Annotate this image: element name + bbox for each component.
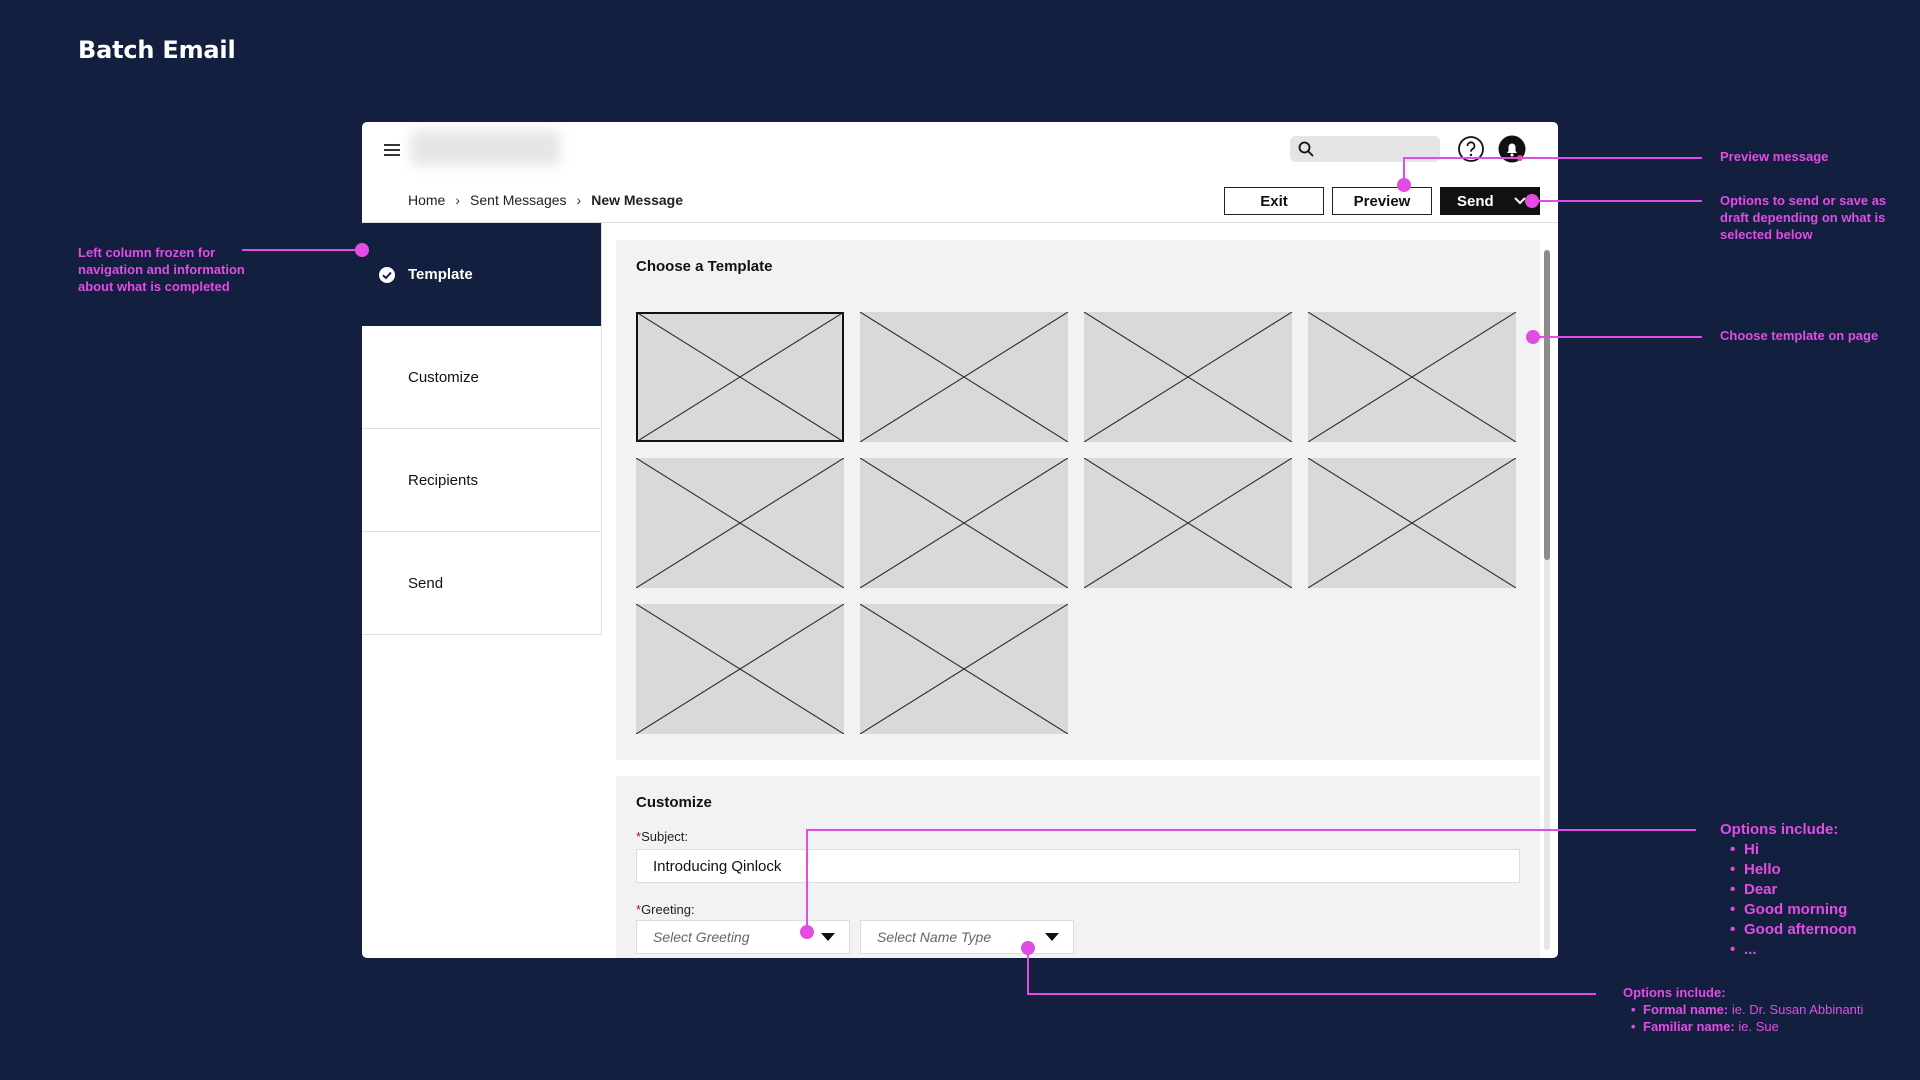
annotation-choose-template: Choose template on page (1720, 328, 1879, 343)
name-option-item: Formal name: ie. Dr. Susan Abbinanti (1623, 1001, 1913, 1018)
chevron-down-icon (1514, 197, 1526, 205)
greeting-option-item: Dear (1720, 880, 1900, 900)
breadcrumb-current: New Message (591, 192, 684, 208)
subject-input[interactable] (636, 849, 1520, 883)
greeting-select[interactable]: Select Greeting (636, 920, 850, 954)
search-input[interactable] (1290, 136, 1440, 162)
send-button[interactable]: Send (1440, 187, 1540, 215)
name-option-item: Familiar name: ie. Sue (1623, 1018, 1913, 1035)
greeting-select-placeholder: Select Greeting (653, 929, 750, 945)
annotation-greeting-options-title: Options include: (1720, 821, 1839, 838)
breadcrumb: Home › Sent Messages › New Message (408, 192, 683, 208)
help-icon[interactable] (1457, 135, 1485, 163)
main-content: Choose a Template Customize *Subject: *G… (616, 240, 1540, 958)
check-circle-icon (379, 266, 395, 283)
annotation-name-options: Options include: Formal name: ie. Dr. Su… (1623, 984, 1913, 1035)
notifications-icon[interactable] (1498, 135, 1526, 163)
name-type-select-placeholder: Select Name Type (877, 929, 992, 945)
annotation-left-column: Left column frozen for navigation and in… (78, 245, 245, 294)
page-title: Batch Email (78, 36, 236, 64)
template-grid (636, 312, 1516, 734)
breadcrumb-home[interactable]: Home (408, 192, 445, 208)
template-thumbnail[interactable] (1308, 312, 1516, 442)
template-thumbnail[interactable] (636, 604, 844, 734)
scrollbar[interactable] (1544, 250, 1550, 950)
app-window: Home › Sent Messages › New Message Exit … (362, 122, 1558, 958)
image-placeholder-icon (1084, 312, 1292, 442)
subject-label-text: Subject: (641, 829, 689, 844)
template-thumbnail[interactable] (1084, 312, 1292, 442)
logo (410, 130, 560, 166)
greeting-option-item: ... (1720, 940, 1900, 960)
image-placeholder-icon (860, 458, 1068, 588)
image-placeholder-icon (1084, 458, 1292, 588)
template-thumbnail[interactable] (636, 458, 844, 588)
name-option-label: Familiar name: (1643, 1019, 1735, 1034)
name-type-select[interactable]: Select Name Type (860, 920, 1074, 954)
greeting-option-item: Good morning (1720, 900, 1900, 920)
greeting-label-text: Greeting: (641, 902, 695, 917)
menu-icon[interactable] (384, 144, 400, 156)
template-thumbnail[interactable] (860, 312, 1068, 442)
name-option-example: ie. Dr. Susan Abbinanti (1731, 1002, 1864, 1017)
sidebar-item-send[interactable]: Send (362, 532, 602, 635)
greeting-option-item: Hello (1720, 860, 1900, 880)
preview-button[interactable]: Preview (1332, 187, 1432, 215)
template-thumbnail[interactable] (636, 312, 844, 442)
greeting-label: *Greeting: (636, 902, 695, 917)
annotation-greeting-options: Options include: HiHelloDearGood morning… (1720, 820, 1900, 960)
caret-down-icon (821, 933, 835, 941)
search-icon (1298, 141, 1314, 157)
name-option-label: Formal name: (1643, 1002, 1729, 1017)
customize-panel: Customize *Subject: *Greeting: Select Gr… (616, 776, 1540, 958)
template-thumbnail[interactable] (1308, 458, 1516, 588)
annotation-send-options: Options to send or save as draft dependi… (1720, 193, 1887, 242)
greeting-option-item: Hi (1720, 840, 1900, 860)
chevron-right-icon: › (576, 192, 582, 208)
name-option-example: ie. Sue (1738, 1019, 1779, 1034)
greeting-option-item: Good afternoon (1720, 920, 1900, 940)
image-placeholder-icon (636, 604, 844, 734)
image-placeholder-icon (1308, 312, 1516, 442)
step-navigation: Template Customize Recipients Send (362, 223, 602, 635)
template-panel: Choose a Template (616, 240, 1540, 760)
exit-button[interactable]: Exit (1224, 187, 1324, 215)
sidebar-item-label: Customize (408, 368, 479, 386)
sidebar-item-template[interactable]: Template (362, 223, 602, 326)
caret-down-icon (1045, 933, 1059, 941)
subject-label: *Subject: (636, 829, 688, 844)
send-button-label: Send (1457, 192, 1494, 210)
annotation-name-options-title: Options include: (1623, 985, 1726, 1000)
template-panel-title: Choose a Template (636, 258, 773, 275)
sidebar-item-label: Template (408, 266, 473, 283)
sidebar-item-customize[interactable]: Customize (362, 326, 602, 429)
image-placeholder-icon (1308, 458, 1516, 588)
chevron-right-icon: › (455, 192, 461, 208)
image-placeholder-icon (636, 458, 844, 588)
template-thumbnail[interactable] (860, 604, 1068, 734)
scrollbar-thumb[interactable] (1544, 250, 1550, 560)
image-placeholder-icon (860, 604, 1068, 734)
image-placeholder-icon (636, 312, 844, 442)
template-thumbnail[interactable] (1084, 458, 1292, 588)
sidebar-item-label: Send (408, 574, 444, 592)
customize-panel-title: Customize (636, 794, 712, 811)
breadcrumb-sent-messages[interactable]: Sent Messages (470, 192, 567, 208)
sidebar-item-recipients[interactable]: Recipients (362, 429, 602, 532)
sidebar-item-label: Recipients (408, 471, 479, 489)
template-thumbnail[interactable] (860, 458, 1068, 588)
greeting-options-list: HiHelloDearGood morningGood afternoon... (1720, 840, 1900, 960)
name-options-list: Formal name: ie. Dr. Susan AbbinantiFami… (1623, 1001, 1913, 1035)
image-placeholder-icon (860, 312, 1068, 442)
annotation-preview: Preview message (1720, 149, 1829, 164)
